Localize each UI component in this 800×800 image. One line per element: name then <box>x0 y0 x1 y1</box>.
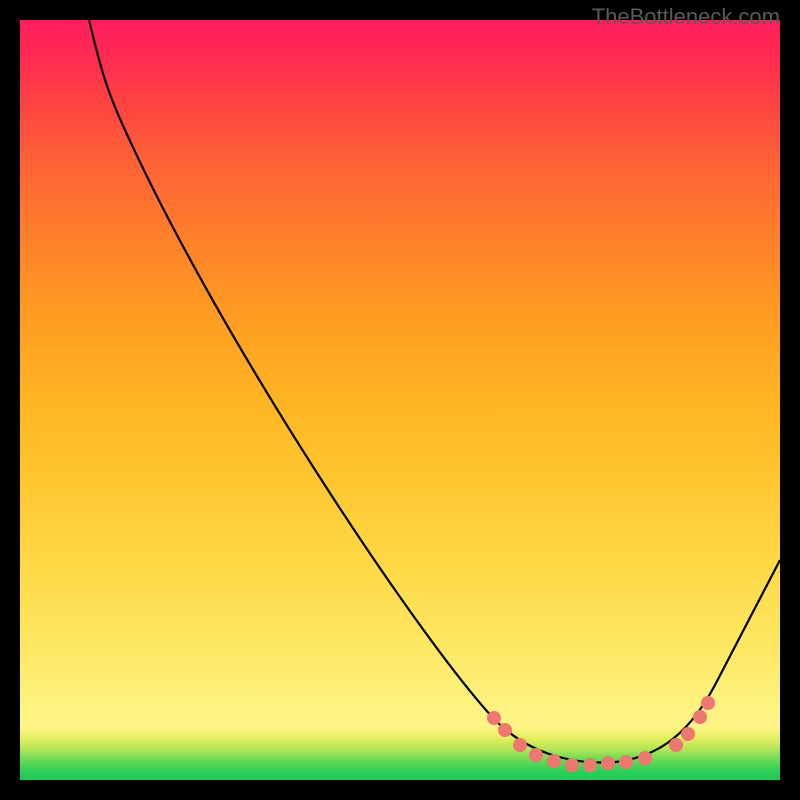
bottleneck-curve <box>89 20 780 763</box>
watermark-text: TheBottleneck.com <box>592 4 780 30</box>
chart-container: TheBottleneck.com <box>0 0 800 800</box>
chart-lines <box>20 20 780 780</box>
data-dots <box>487 696 715 772</box>
